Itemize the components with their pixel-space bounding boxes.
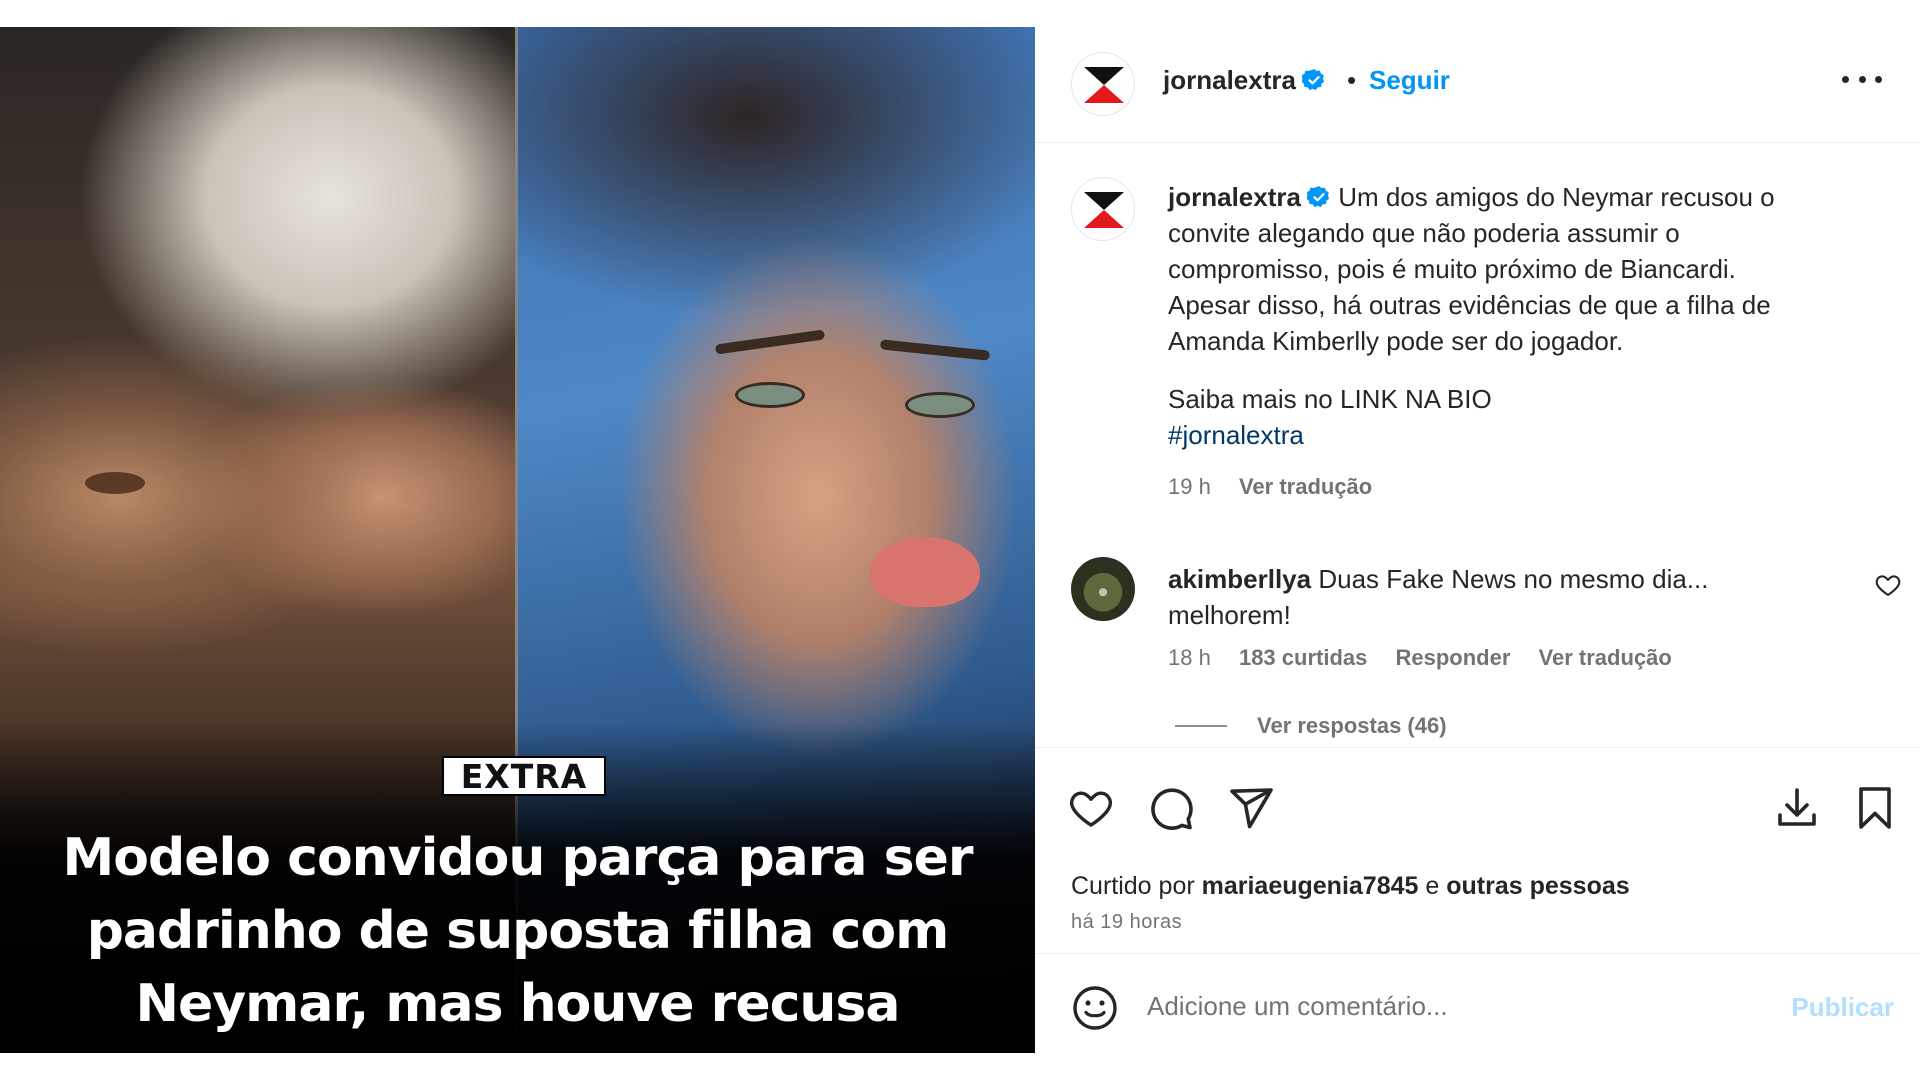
eye-left — [735, 382, 805, 408]
more-options-icon[interactable] — [1842, 67, 1882, 91]
share-send-icon[interactable] — [1227, 784, 1277, 834]
jornalextra-avatar[interactable] — [1071, 52, 1135, 116]
post-time-ago: há 19 horas — [1071, 911, 1183, 933]
header-separator: • — [1347, 65, 1357, 95]
reply-button[interactable]: Responder — [1395, 645, 1510, 670]
lips-shape — [870, 537, 980, 607]
comment-text: akimberllya Duas Fake News no mesmo dia.… — [1168, 561, 1768, 633]
caption-line: convite alegando que não poderia assumir… — [1168, 218, 1680, 248]
view-replies-button[interactable]: Ver respostas (46) — [1175, 713, 1447, 739]
commenter-username[interactable]: akimberllya — [1168, 564, 1311, 594]
header-username-text[interactable]: jornalextra — [1163, 65, 1296, 95]
caption-line: compromisso, pois é muito próximo de Bia… — [1168, 254, 1736, 284]
post-actions: Curtido por mariaeugenia7845 e outras pe… — [1035, 747, 1920, 933]
replies-divider-line — [1175, 725, 1227, 727]
eye-right — [905, 392, 975, 418]
verified-badge-icon — [1301, 69, 1325, 91]
media-headline: Modelo convidou parça para ser padrinho … — [0, 822, 1035, 1041]
add-comment-bar: Publicar — [1035, 953, 1920, 1053]
comment-meta: 18 h 183 curtidas Responder Ver tradução — [1168, 645, 1694, 671]
liked-by-conj: e — [1425, 872, 1440, 900]
download-icon[interactable] — [1773, 784, 1823, 834]
comment-likes[interactable]: 183 curtidas — [1239, 645, 1367, 670]
post-panel: jornalextra • Seguir jornalextra Um dos … — [1035, 27, 1920, 1053]
caption-line: Um dos amigos do Neymar recusou o — [1338, 182, 1775, 212]
headline-line: padrinho de suposta filha com — [86, 901, 950, 961]
liked-by-text: Curtido por mariaeugenia7845 e outras pe… — [1071, 872, 1630, 901]
caption-translate-link[interactable]: Ver tradução — [1239, 474, 1372, 499]
caption-avatar[interactable] — [1071, 177, 1135, 241]
headline-line: Modelo convidou parça para ser — [62, 828, 974, 888]
save-bookmark-icon[interactable] — [1851, 784, 1901, 834]
liked-by-prefix: Curtido por — [1071, 872, 1195, 900]
view-replies-label[interactable]: Ver respostas (46) — [1257, 713, 1447, 739]
caption-text: jornalextra Um dos amigos do Neymar recu… — [1168, 179, 1848, 453]
caption-time: 19 h — [1168, 474, 1211, 499]
liked-by-user[interactable]: mariaeugenia7845 — [1202, 872, 1419, 900]
comment-body-continued: melhorem! — [1168, 600, 1291, 630]
comment-body: Duas Fake News no mesmo dia... — [1318, 564, 1709, 594]
caption-meta: 19 h Ver tradução — [1168, 474, 1394, 500]
caption-more-info: Saiba mais no LINK NA BIO — [1168, 384, 1492, 414]
header-username[interactable]: jornalextra — [1163, 65, 1326, 96]
extra-x-logo-icon — [1084, 192, 1124, 228]
commenter-avatar[interactable] — [1071, 557, 1135, 621]
publish-button[interactable]: Publicar — [1791, 992, 1894, 1023]
comment-input[interactable] — [1147, 984, 1727, 1028]
liked-by-others[interactable]: outras pessoas — [1446, 872, 1629, 900]
verified-badge-icon — [1306, 186, 1330, 208]
caption-line: Apesar disso, há outras evidências de qu… — [1168, 290, 1771, 320]
comment-bubble-icon[interactable] — [1147, 784, 1197, 834]
headline-line: Neymar, mas houve recusa — [135, 974, 901, 1034]
follow-button[interactable]: Seguir — [1369, 65, 1450, 96]
caption-line: Amanda Kimberlly pode ser do jogador. — [1168, 326, 1624, 356]
caption-username[interactable]: jornalextra — [1168, 182, 1301, 212]
emoji-picker-icon[interactable] — [1071, 984, 1119, 1032]
comment-like-heart-icon[interactable] — [1874, 571, 1902, 599]
post-header: jornalextra • Seguir — [1035, 27, 1920, 143]
comment-time: 18 h — [1168, 645, 1211, 670]
post-media[interactable]: EXTRA Modelo convidou parça para ser pad… — [0, 27, 1035, 1053]
extra-logo: EXTRA — [442, 756, 606, 796]
comment-translate-link[interactable]: Ver tradução — [1539, 645, 1672, 670]
navel-shape — [85, 472, 145, 494]
extra-x-logo-icon — [1084, 67, 1124, 103]
hashtag-link[interactable]: #jornalextra — [1168, 420, 1304, 450]
like-heart-icon[interactable] — [1067, 784, 1117, 834]
